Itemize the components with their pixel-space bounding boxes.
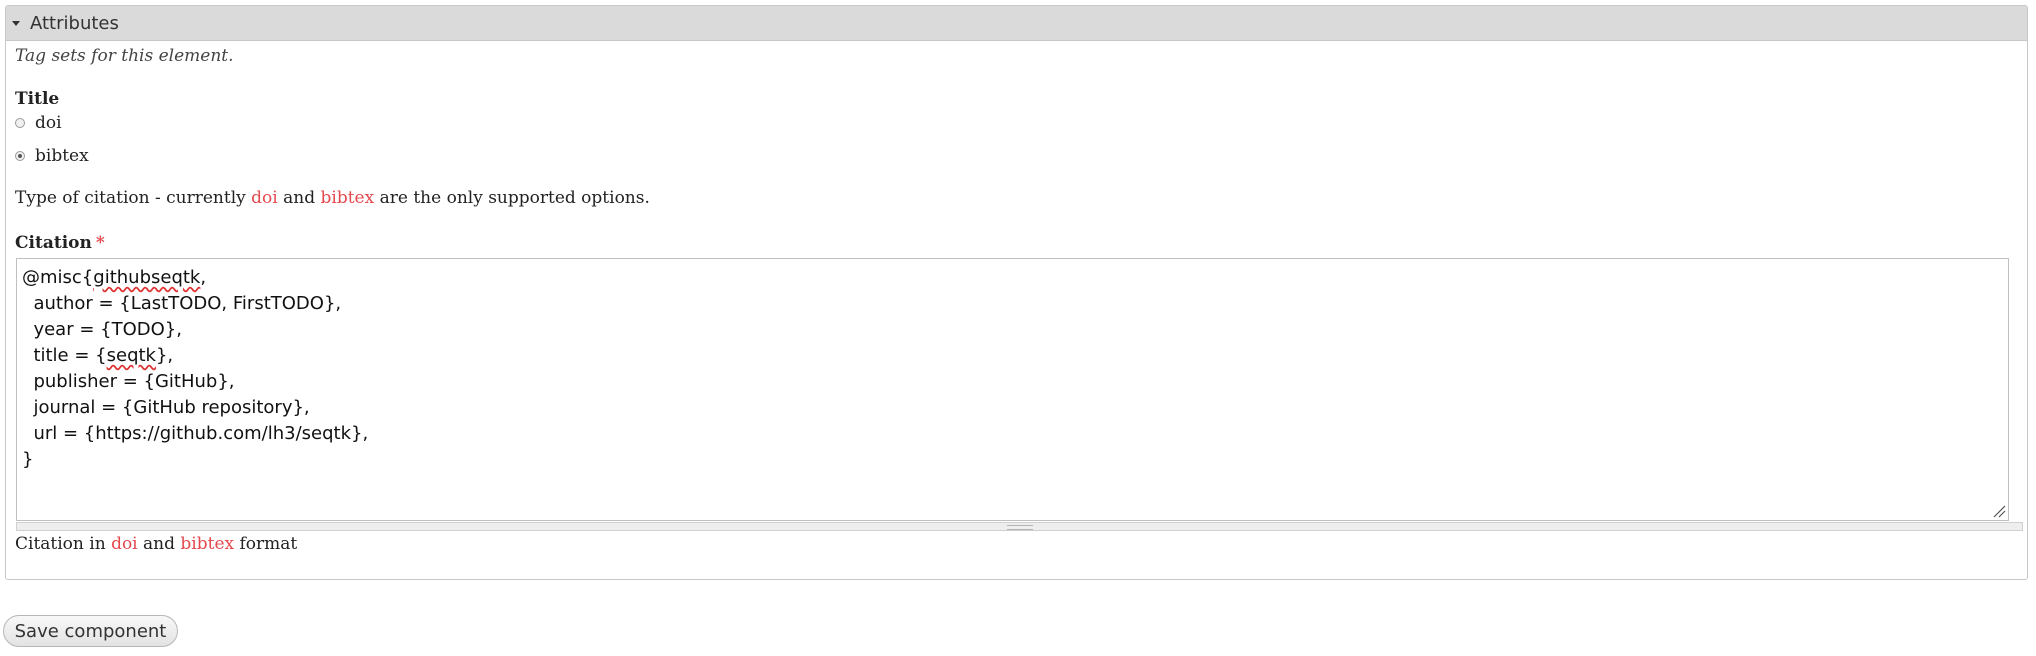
citation-line: url = {https://github.com/lh3/seqtk},: [22, 423, 369, 444]
help-text-part: and: [137, 534, 181, 554]
bibtex-link[interactable]: bibtex: [321, 188, 375, 208]
radio-doi-label[interactable]: doi: [35, 113, 62, 133]
help-text-part: format: [234, 534, 298, 554]
radio-bibtex[interactable]: [15, 151, 25, 161]
radio-option-bibtex[interactable]: bibtex: [15, 146, 89, 166]
fieldset-description: Tag sets for this element.: [15, 46, 234, 66]
radio-option-doi[interactable]: doi: [15, 113, 62, 133]
required-marker: *: [95, 233, 105, 253]
save-component-button[interactable]: Save component: [3, 615, 178, 647]
collapse-triangle-icon[interactable]: [12, 20, 20, 26]
bibtex-link[interactable]: bibtex: [180, 534, 234, 554]
help-text-part: and: [277, 188, 321, 208]
legend-title: Attributes: [30, 12, 119, 34]
attributes-legend[interactable]: Attributes: [6, 6, 2027, 41]
misspelled-word: githubseqtk: [93, 267, 201, 288]
misspelled-word: seqtk: [106, 345, 156, 366]
doi-link[interactable]: doi: [251, 188, 278, 208]
citation-help-text: Citation in doi and bibtex format: [15, 534, 297, 554]
citation-label-text: Citation: [15, 233, 92, 253]
resize-handle-icon[interactable]: [1992, 504, 2006, 518]
citation-textarea[interactable]: @misc{githubseqtk, author = {LastTODO, F…: [16, 258, 2009, 521]
radio-bibtex-label[interactable]: bibtex: [35, 146, 89, 166]
title-help-text: Type of citation - currently doi and bib…: [15, 188, 650, 208]
textarea-resize-grip[interactable]: [16, 522, 2023, 531]
citation-label: Citation *: [15, 233, 105, 253]
grip-icon: [1006, 525, 1033, 530]
citation-line: @misc{githubseqtk,: [22, 267, 207, 288]
doi-link[interactable]: doi: [111, 534, 138, 554]
citation-line: journal = {GitHub repository},: [22, 397, 310, 418]
citation-line: title = {seqtk},: [22, 345, 174, 366]
citation-line: }: [22, 449, 34, 470]
help-text-part: Citation in: [15, 534, 112, 554]
title-label: Title: [15, 89, 60, 109]
attributes-fieldset: Attributes Tag sets for this element. Ti…: [5, 5, 2028, 580]
help-text-part: Type of citation - currently: [15, 188, 252, 208]
help-text-part: are the only supported options.: [374, 188, 650, 208]
citation-line: publisher = {GitHub},: [22, 371, 235, 392]
radio-doi[interactable]: [15, 118, 25, 128]
citation-line: author = {LastTODO, FirstTODO},: [22, 293, 342, 314]
citation-line: year = {TODO},: [22, 319, 182, 340]
